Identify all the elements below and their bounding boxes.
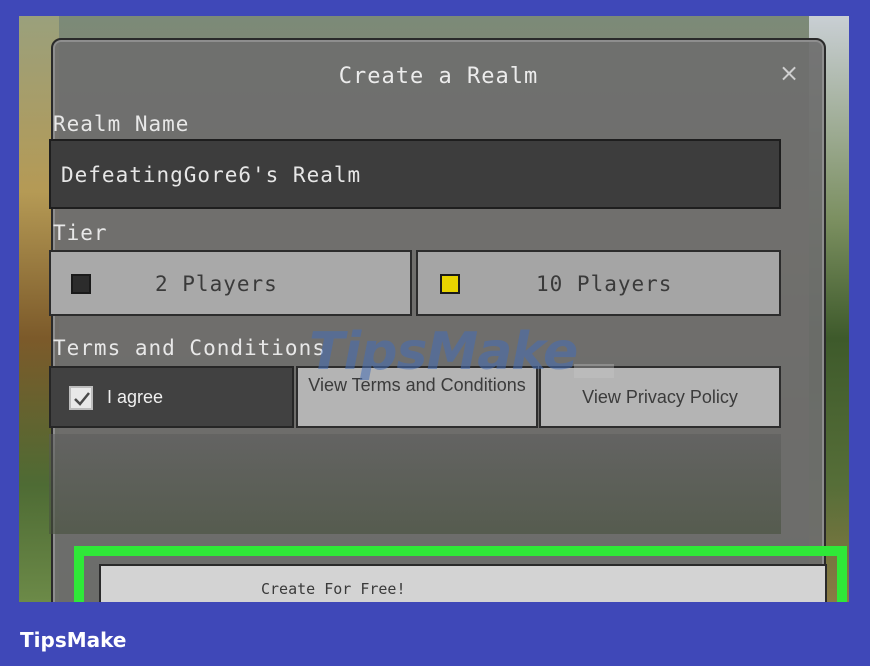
terms-label: Terms and Conditions: [53, 336, 326, 360]
checkmark-icon: [74, 392, 90, 406]
game-screenshot: Create a Realm × Realm Name DefeatingGor…: [19, 16, 849, 602]
create-for-free-button[interactable]: Create For Free!: [99, 564, 827, 602]
agree-checkbox[interactable]: [69, 386, 93, 410]
tier-2-swatch: [71, 274, 91, 294]
brand-label: TipsMake: [20, 628, 127, 652]
agree-checkbox-row[interactable]: I agree: [49, 366, 294, 428]
watermark: TipsMake: [309, 322, 578, 382]
tier-10-label: 10 Players: [536, 272, 673, 296]
create-button-label: Create For Free!: [261, 580, 406, 598]
realm-name-input[interactable]: DefeatingGore6's Realm: [49, 139, 781, 209]
watermark-decoration: [574, 364, 614, 378]
scene-background-strip: [49, 434, 781, 534]
tier-2-players-button[interactable]: 2 Players: [49, 250, 412, 316]
tier-10-swatch: [440, 274, 460, 294]
realm-name-label: Realm Name: [53, 112, 190, 136]
close-button[interactable]: ×: [776, 60, 802, 86]
tier-2-label: 2 Players: [155, 272, 278, 296]
tier-10-players-button[interactable]: 10 Players: [416, 250, 781, 316]
dialog-title: Create a Realm: [338, 64, 539, 89]
agree-label: I agree: [107, 387, 164, 407]
tier-label: Tier: [53, 221, 108, 245]
